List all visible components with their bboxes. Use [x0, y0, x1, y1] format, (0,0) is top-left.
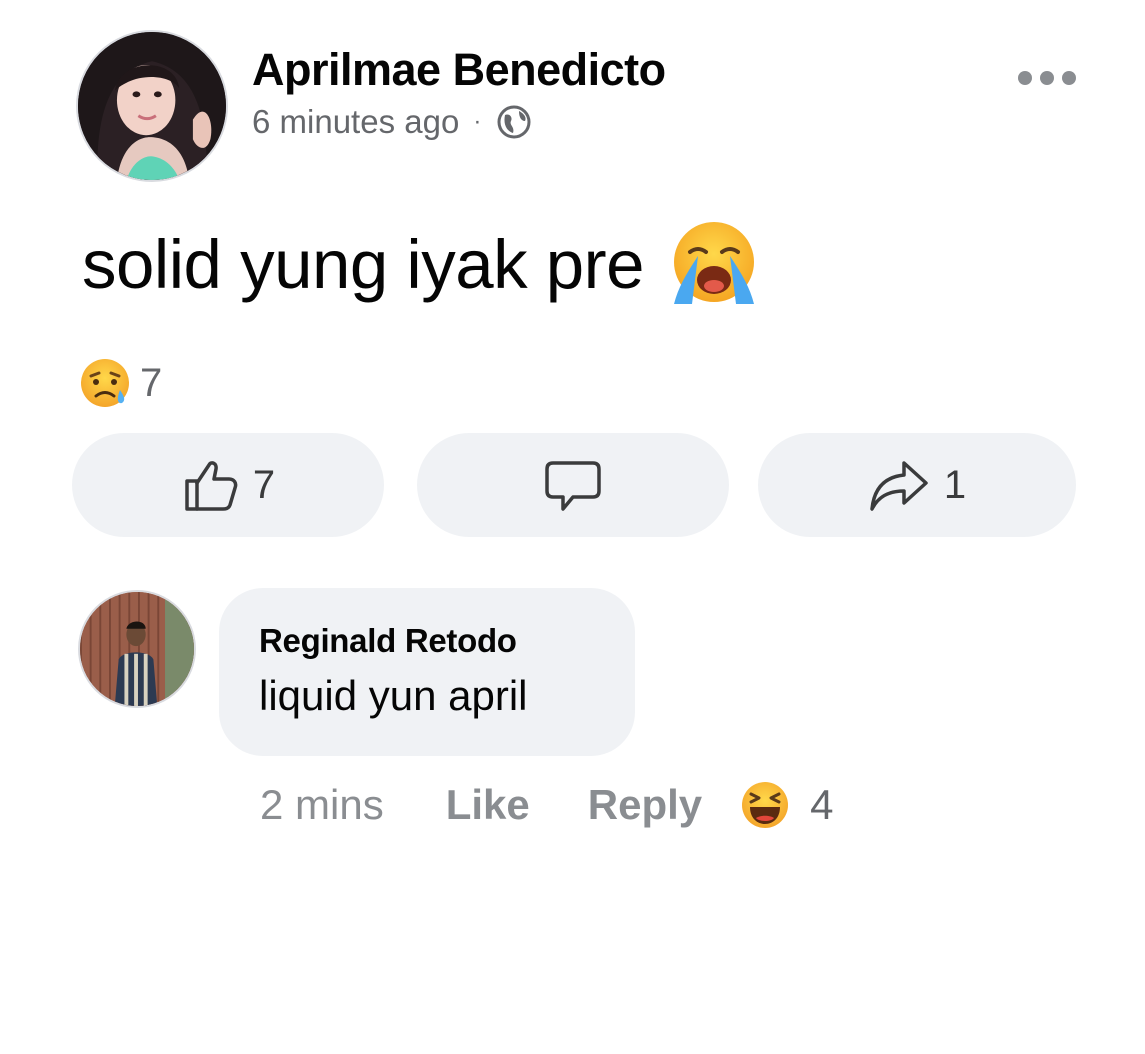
- share-icon: [868, 455, 932, 515]
- comment-button[interactable]: [417, 433, 729, 537]
- comment-timestamp[interactable]: 2 mins: [260, 781, 384, 829]
- post-author-name[interactable]: Aprilmae Benedicto: [252, 44, 666, 96]
- like-button[interactable]: 7: [72, 433, 384, 537]
- author-avatar[interactable]: [76, 30, 228, 182]
- post-timestamp[interactable]: 6 minutes ago: [252, 103, 459, 141]
- loudly-crying-face-emoji: [668, 218, 760, 310]
- comment-text: liquid yun april: [259, 672, 528, 719]
- more-options-icon[interactable]: [1018, 66, 1076, 90]
- post-body: solid yung iyak pre: [82, 225, 644, 303]
- comment-icon: [543, 455, 603, 515]
- comment-reaction-count: 4: [810, 781, 834, 828]
- reactions-count: 7: [140, 360, 163, 405]
- commenter-avatar[interactable]: [78, 590, 196, 708]
- comment-bubble[interactable]: Reginald Retodo liquid yun april: [219, 588, 635, 756]
- share-count: 1: [943, 462, 967, 507]
- comment-author-name[interactable]: Reginald Retodo: [259, 622, 517, 660]
- thumbs-up-icon: [181, 455, 241, 515]
- like-count: 7: [252, 462, 276, 507]
- sad-but-relieved-face-emoji: [78, 356, 132, 410]
- comment-like-button[interactable]: Like: [446, 781, 530, 829]
- share-button[interactable]: 1: [758, 433, 1076, 537]
- globe-icon[interactable]: [495, 103, 533, 141]
- post-meta: 6 minutes ago ·: [252, 103, 533, 141]
- comment-reply-button[interactable]: Reply: [588, 781, 702, 829]
- laughing-squinting-face-emoji[interactable]: [740, 780, 790, 830]
- post-text: solid yung iyak pre: [82, 218, 760, 310]
- post-container: Aprilmae Benedicto 6 minutes ago · solid…: [0, 0, 1145, 1054]
- comment-actions: 2 mins Like Reply 4: [260, 780, 833, 830]
- meta-separator: ·: [473, 108, 482, 135]
- reactions-summary[interactable]: 7: [78, 356, 162, 410]
